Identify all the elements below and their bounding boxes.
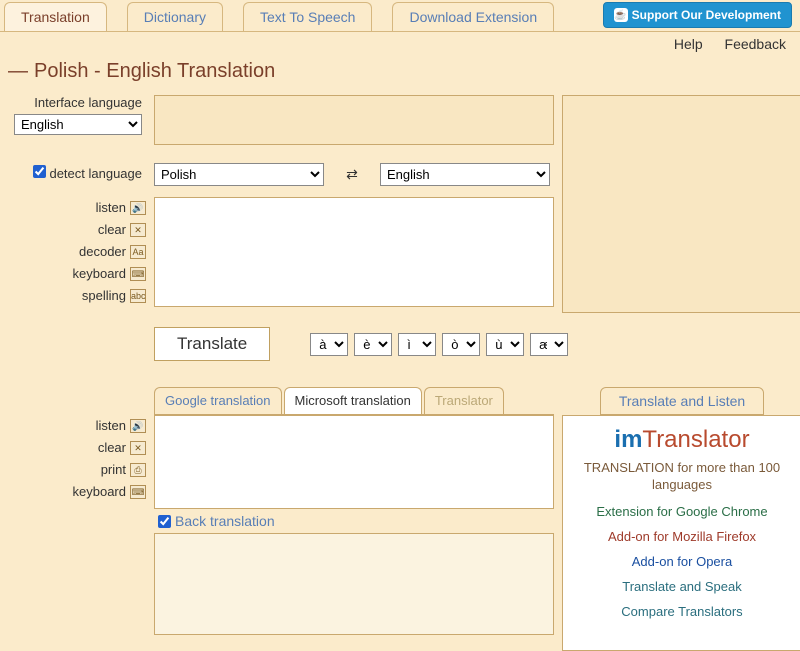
- top-tabs: Translation Dictionary Text To Speech Do…: [0, 0, 800, 32]
- top-input-box[interactable]: [154, 95, 554, 145]
- back-translation-box[interactable]: [154, 533, 554, 635]
- tool2-keyboard[interactable]: keyboard⌨: [6, 481, 146, 503]
- char-select-1[interactable]: è: [354, 333, 392, 356]
- detect-block: detect language: [6, 151, 146, 190]
- source-language-select[interactable]: Polish: [154, 163, 324, 186]
- clear-icon: ✕: [130, 441, 146, 455]
- source-textarea-wrap: [154, 189, 554, 313]
- detect-language-label[interactable]: detect language: [33, 166, 142, 181]
- source-textarea[interactable]: [154, 197, 554, 307]
- result-block: Back translation: [154, 415, 554, 651]
- interface-lang-block: Interface language English: [6, 95, 146, 151]
- promo-subtitle: TRANSLATION for more than 100 languages: [571, 460, 793, 494]
- tab-google[interactable]: Google translation: [154, 387, 282, 414]
- tool-decoder[interactable]: decoderAa: [6, 241, 146, 263]
- tool-clear[interactable]: clear✕: [6, 219, 146, 241]
- help-row: Help Feedback: [0, 32, 800, 56]
- spelling-icon: abc: [130, 289, 146, 303]
- result-tabs: Google translation Microsoft translation…: [154, 387, 554, 415]
- tab-translation[interactable]: Translation: [4, 2, 107, 31]
- page-title: —Polish - English Translation: [0, 56, 800, 95]
- translate-row: Translate à è ì ò ù æ: [154, 327, 554, 361]
- promo-link-speak[interactable]: Translate and Speak: [571, 579, 793, 594]
- translate-and-listen-button[interactable]: Translate and Listen: [600, 387, 764, 415]
- coffee-icon: ☕: [614, 8, 628, 22]
- tab-translator: Translator: [424, 387, 504, 414]
- tab-tts[interactable]: Text To Speech: [243, 2, 372, 31]
- char-select-0[interactable]: à: [310, 333, 348, 356]
- tab-dictionary[interactable]: Dictionary: [127, 2, 223, 31]
- language-row: Polish ⇄ English: [154, 161, 554, 190]
- support-label: Support Our Development: [632, 8, 781, 22]
- char-select-2[interactable]: ì: [398, 333, 436, 356]
- help-link[interactable]: Help: [674, 36, 703, 52]
- promo-panel: imTranslator TRANSLATION for more than 1…: [562, 415, 800, 651]
- clear-icon: ✕: [130, 223, 146, 237]
- feedback-link[interactable]: Feedback: [725, 36, 786, 52]
- result-tools: listen🔊 clear✕ print⎙ keyboard⌨: [6, 415, 146, 651]
- tool2-clear[interactable]: clear✕: [6, 437, 146, 459]
- char-select-3[interactable]: ò: [442, 333, 480, 356]
- speaker-icon: 🔊: [130, 419, 146, 433]
- support-button[interactable]: ☕ Support Our Development: [603, 2, 792, 28]
- promo-link-firefox[interactable]: Add-on for Mozilla Firefox: [571, 529, 793, 544]
- interface-label: Interface language: [6, 95, 142, 110]
- detect-language-checkbox[interactable]: [33, 165, 46, 178]
- decoder-icon: Aa: [130, 245, 146, 259]
- interface-language-select[interactable]: English: [14, 114, 142, 135]
- char-selects: à è ì ò ù æ: [310, 333, 568, 356]
- tool-keyboard[interactable]: keyboard⌨: [6, 263, 146, 285]
- swap-icon[interactable]: ⇄: [344, 167, 360, 183]
- result-textarea[interactable]: [154, 415, 554, 509]
- promo-link-opera[interactable]: Add-on for Opera: [571, 554, 793, 569]
- tab-microsoft[interactable]: Microsoft translation: [284, 387, 422, 414]
- back-translation-row[interactable]: Back translation: [154, 509, 554, 533]
- promo-link-chrome[interactable]: Extension for Google Chrome: [571, 504, 793, 519]
- print-icon: ⎙: [130, 463, 146, 477]
- target-language-select[interactable]: English: [380, 163, 550, 186]
- speaker-icon: 🔊: [130, 201, 146, 215]
- keyboard-icon: ⌨: [130, 485, 146, 499]
- back-translation-checkbox[interactable]: [158, 515, 171, 528]
- right-side-box: [562, 95, 800, 313]
- tool2-print[interactable]: print⎙: [6, 459, 146, 481]
- tab-download-extension[interactable]: Download Extension: [392, 2, 554, 31]
- promo-logo: imTranslator: [571, 426, 793, 454]
- translate-button[interactable]: Translate: [154, 327, 270, 361]
- input-tools: listen🔊 clear✕ decoderAa keyboard⌨ spell…: [6, 189, 146, 313]
- keyboard-icon: ⌨: [130, 267, 146, 281]
- promo-link-compare[interactable]: Compare Translators: [571, 604, 793, 619]
- char-select-4[interactable]: ù: [486, 333, 524, 356]
- tool-listen[interactable]: listen🔊: [6, 197, 146, 219]
- tool2-listen[interactable]: listen🔊: [6, 415, 146, 437]
- tool-spelling[interactable]: spellingabc: [6, 285, 146, 307]
